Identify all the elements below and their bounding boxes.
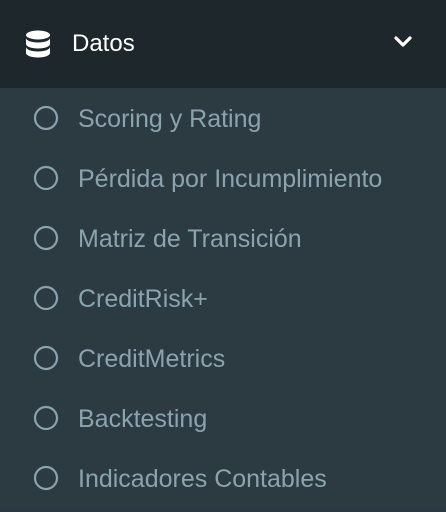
circle-outline-icon	[33, 405, 59, 431]
submenu-item-creditmetrics[interactable]: CreditMetrics	[0, 331, 446, 387]
circle-outline-icon	[33, 105, 59, 131]
circle-outline-icon	[33, 165, 59, 191]
circle-outline-icon	[33, 285, 59, 311]
submenu-item-creditrisk-plus[interactable]: CreditRisk+	[0, 271, 446, 327]
database-icon	[24, 30, 52, 60]
sidebar-menu: Datos Scoring y Rating Pérdida por Incum…	[0, 0, 446, 512]
circle-outline-icon	[33, 225, 59, 251]
menu-header-label: Datos	[72, 30, 135, 57]
submenu-item-label: Scoring y Rating	[78, 105, 262, 133]
circle-outline-icon	[33, 345, 59, 371]
submenu-item-backtesting[interactable]: Backtesting	[0, 391, 446, 447]
submenu-item-perdida-por-incumplimiento[interactable]: Pérdida por Incumplimiento	[0, 151, 446, 207]
submenu-item-label: CreditMetrics	[78, 345, 226, 373]
circle-outline-icon	[33, 465, 59, 491]
submenu-item-indicadores-contables[interactable]: Indicadores Contables	[0, 451, 446, 507]
menu-header-datos[interactable]: Datos	[0, 0, 446, 88]
submenu-item-label: Matriz de Transición	[78, 225, 302, 253]
chevron-down-icon[interactable]	[393, 35, 413, 49]
submenu-item-label: Indicadores Contables	[78, 465, 327, 493]
submenu-item-label: Backtesting	[78, 405, 208, 433]
submenu-item-scoring-y-rating[interactable]: Scoring y Rating	[0, 91, 446, 147]
submenu-item-label: CreditRisk+	[78, 285, 208, 313]
submenu-item-label: Pérdida por Incumplimiento	[78, 165, 383, 193]
submenu-item-matriz-de-transicion[interactable]: Matriz de Transición	[0, 211, 446, 267]
